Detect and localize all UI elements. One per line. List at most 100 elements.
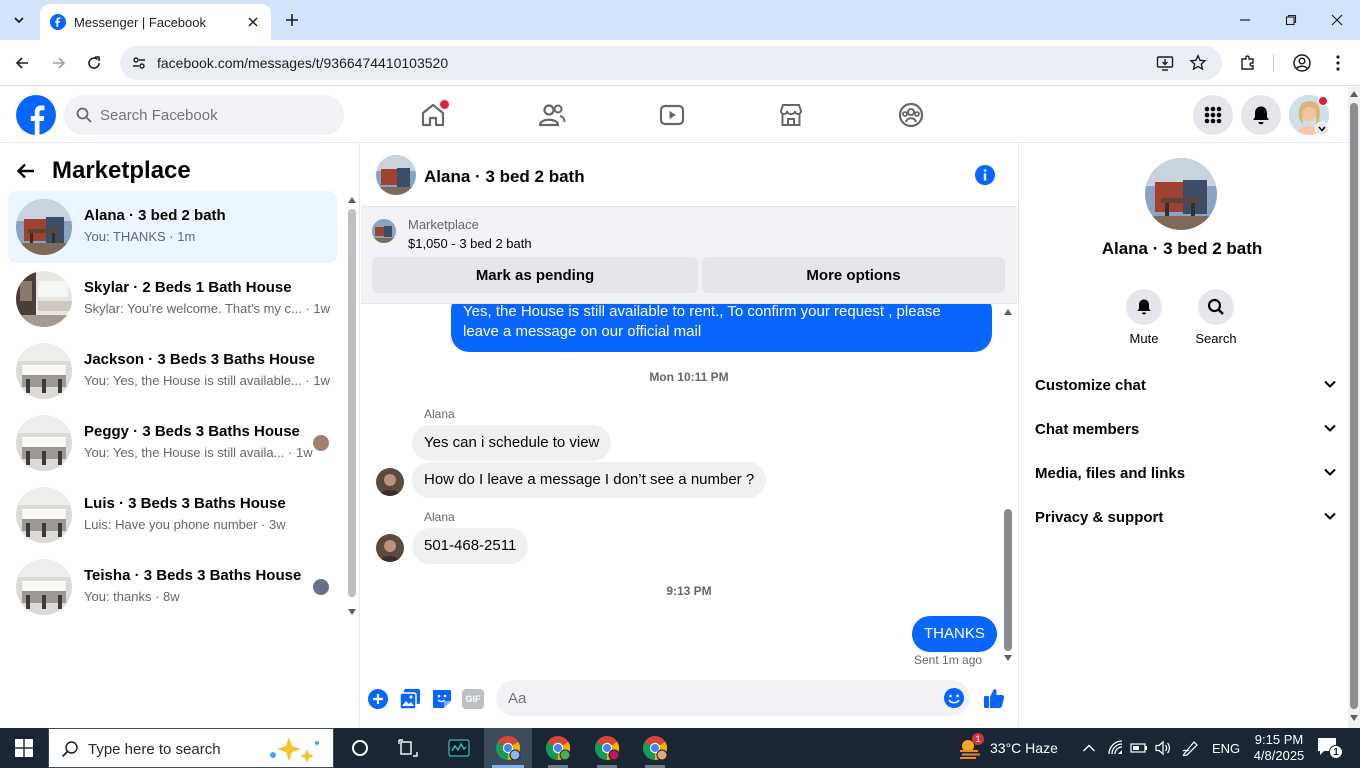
conversation-item-peggy[interactable]: Peggy · 3 Beds 3 Baths House You: Yes, t… bbox=[8, 407, 337, 479]
scroll-down-arrow-icon[interactable] bbox=[348, 609, 356, 615]
back-arrow-icon[interactable] bbox=[16, 161, 36, 181]
more-options-button[interactable]: More options bbox=[702, 257, 1005, 293]
section-label: Media, files and links bbox=[1035, 464, 1186, 482]
thumbs-up-like-icon[interactable] bbox=[982, 686, 1006, 710]
conversation-item-jackson[interactable]: Jackson · 3 Beds 3 Baths House You: Yes,… bbox=[8, 335, 337, 407]
site-info-icon[interactable] bbox=[131, 55, 147, 71]
message-timestamp: 9:13 PM bbox=[666, 584, 712, 598]
maximize-window-icon[interactable] bbox=[1268, 0, 1314, 40]
emoji-smiley-icon[interactable] bbox=[943, 687, 965, 709]
gif-icon[interactable]: GIF bbox=[462, 687, 486, 711]
conversation-item-alana[interactable]: Alana · 3 bed 2 bath You: THANKS · 1m bbox=[8, 191, 337, 263]
tab-search-button[interactable] bbox=[7, 8, 31, 32]
scroll-down-arrow-icon[interactable] bbox=[1350, 715, 1358, 721]
message-bubble-outgoing[interactable]: Yes, the House is still available to ren… bbox=[451, 304, 992, 352]
message-bubble-incoming[interactable]: Yes can i schedule to view bbox=[412, 425, 612, 461]
show-hidden-icons-chevron-up-icon[interactable] bbox=[1082, 728, 1096, 768]
conversation-item-skylar[interactable]: Skylar · 2 Beds 1 Bath House Skylar: You… bbox=[8, 263, 337, 335]
listing-detail[interactable]: $1,050 - 3 bed 2 bath bbox=[408, 236, 532, 251]
nav-friends-icon[interactable] bbox=[522, 95, 582, 135]
message-bubble-incoming[interactable]: How do I leave a message I don’t see a n… bbox=[412, 462, 767, 498]
close-tab-icon[interactable] bbox=[243, 12, 263, 32]
chrome-taskbar-icon-active[interactable] bbox=[484, 728, 532, 768]
browser-menu-kebab-icon[interactable] bbox=[1326, 51, 1350, 75]
weather-widget[interactable]: 1 33°C Haze bbox=[958, 728, 1058, 768]
battery-icon[interactable] bbox=[1130, 728, 1148, 768]
sticker-icon[interactable] bbox=[430, 687, 454, 711]
notifications-bell-icon[interactable] bbox=[1241, 95, 1281, 135]
mute-label: Mute bbox=[1129, 331, 1159, 346]
section-customize-chat[interactable]: Customize chat bbox=[1027, 363, 1337, 407]
reload-icon[interactable] bbox=[82, 51, 106, 75]
media-app-taskbar-icon[interactable] bbox=[435, 728, 483, 768]
section-media-files-links[interactable]: Media, files and links bbox=[1027, 451, 1337, 495]
facebook-logo-icon[interactable] bbox=[16, 95, 56, 135]
search-icon[interactable] bbox=[1198, 289, 1234, 325]
network-wifi-icon[interactable] bbox=[1107, 728, 1125, 768]
facebook-search-input[interactable] bbox=[100, 95, 330, 135]
message-bubble-outgoing[interactable]: THANKS bbox=[912, 616, 997, 652]
scroll-up-arrow-icon[interactable] bbox=[348, 197, 356, 203]
message-bubble-incoming[interactable]: 501-468-2511 bbox=[412, 528, 529, 564]
browser-tab-messenger[interactable]: Messenger | Facebook bbox=[40, 4, 271, 40]
windows-start-icon[interactable] bbox=[0, 728, 48, 768]
search-action[interactable]: Search bbox=[1184, 289, 1248, 346]
chat-profile-avatar[interactable] bbox=[1145, 158, 1217, 230]
scrollbar-thumb[interactable] bbox=[348, 209, 356, 597]
volume-speaker-icon[interactable] bbox=[1154, 728, 1172, 768]
scrollbar-thumb[interactable] bbox=[1004, 509, 1012, 651]
message-thread-scrollbar[interactable] bbox=[1002, 304, 1014, 666]
section-privacy-support[interactable]: Privacy & support bbox=[1027, 495, 1337, 539]
task-view-icon[interactable] bbox=[384, 728, 432, 768]
message-composer: GIF bbox=[361, 673, 1017, 728]
info-icon[interactable] bbox=[974, 164, 996, 186]
message-input-box[interactable] bbox=[496, 680, 970, 716]
menu-grid-icon[interactable] bbox=[1193, 95, 1233, 135]
scrollbar-thumb[interactable] bbox=[1350, 103, 1358, 709]
cortana-circle-icon[interactable] bbox=[336, 728, 384, 768]
chrome-profile-4-taskbar-icon[interactable] bbox=[631, 728, 679, 768]
account-chevron-down-icon[interactable] bbox=[1315, 122, 1329, 136]
conversation-list-scrollbar[interactable] bbox=[347, 195, 357, 619]
mute-action[interactable]: Mute bbox=[1112, 289, 1176, 346]
bookmark-star-icon[interactable] bbox=[1189, 54, 1207, 72]
back-arrow-icon[interactable] bbox=[10, 51, 34, 75]
mark-as-pending-button[interactable]: Mark as pending bbox=[372, 257, 698, 293]
scroll-up-arrow-icon[interactable] bbox=[1004, 309, 1012, 315]
scroll-down-arrow-icon[interactable] bbox=[1004, 655, 1012, 661]
browser-toolbar: facebook.com/messages/t/9366474410103520 bbox=[0, 40, 1360, 86]
listing-label: Marketplace bbox=[408, 217, 479, 232]
extensions-puzzle-icon[interactable] bbox=[1236, 51, 1260, 75]
page-scrollbar[interactable] bbox=[1348, 87, 1360, 728]
attach-photo-icon[interactable] bbox=[398, 687, 422, 711]
section-chat-members[interactable]: Chat members bbox=[1027, 407, 1337, 451]
chat-avatar[interactable] bbox=[376, 155, 416, 195]
install-app-icon[interactable] bbox=[1156, 54, 1174, 72]
profile-account-icon[interactable] bbox=[1290, 51, 1314, 75]
pen-workspace-icon[interactable] bbox=[1181, 728, 1201, 768]
conversation-item-luis[interactable]: Luis · 3 Beds 3 Baths House Luis: Have y… bbox=[8, 479, 337, 551]
taskbar-search-box[interactable]: Type here to search bbox=[48, 728, 334, 768]
input-language-indicator[interactable]: ENG bbox=[1212, 728, 1240, 768]
facebook-search-box[interactable] bbox=[64, 95, 344, 135]
scroll-up-arrow-icon[interactable] bbox=[1350, 91, 1358, 97]
minimize-window-icon[interactable] bbox=[1222, 0, 1268, 40]
new-tab-plus-icon[interactable] bbox=[281, 9, 303, 31]
nav-home-icon[interactable] bbox=[403, 95, 463, 135]
message-input[interactable] bbox=[508, 680, 928, 716]
conversation-item-teisha[interactable]: Teisha · 3 Beds 3 Baths House You: thank… bbox=[8, 551, 337, 623]
close-window-icon[interactable] bbox=[1314, 0, 1360, 40]
section-label: Chat members bbox=[1035, 420, 1140, 438]
nav-groups-icon[interactable] bbox=[881, 95, 941, 135]
add-plus-icon[interactable] bbox=[366, 687, 390, 711]
bell-icon[interactable] bbox=[1126, 289, 1162, 325]
nav-watch-video-icon[interactable] bbox=[642, 95, 702, 135]
nav-marketplace-icon[interactable] bbox=[761, 95, 821, 135]
chrome-profile-2-taskbar-icon[interactable] bbox=[534, 728, 582, 768]
chat-title[interactable]: Alana · 3 bed 2 bath bbox=[424, 167, 585, 187]
chrome-profile-3-taskbar-icon[interactable] bbox=[583, 728, 631, 768]
address-bar[interactable]: facebook.com/messages/t/9366474410103520 bbox=[120, 46, 1222, 80]
action-center-notifications-icon[interactable]: 1 bbox=[1316, 728, 1343, 768]
forward-arrow-icon[interactable] bbox=[47, 51, 71, 75]
clock[interactable]: 9:15 PM 4/8/2025 bbox=[1251, 728, 1307, 768]
